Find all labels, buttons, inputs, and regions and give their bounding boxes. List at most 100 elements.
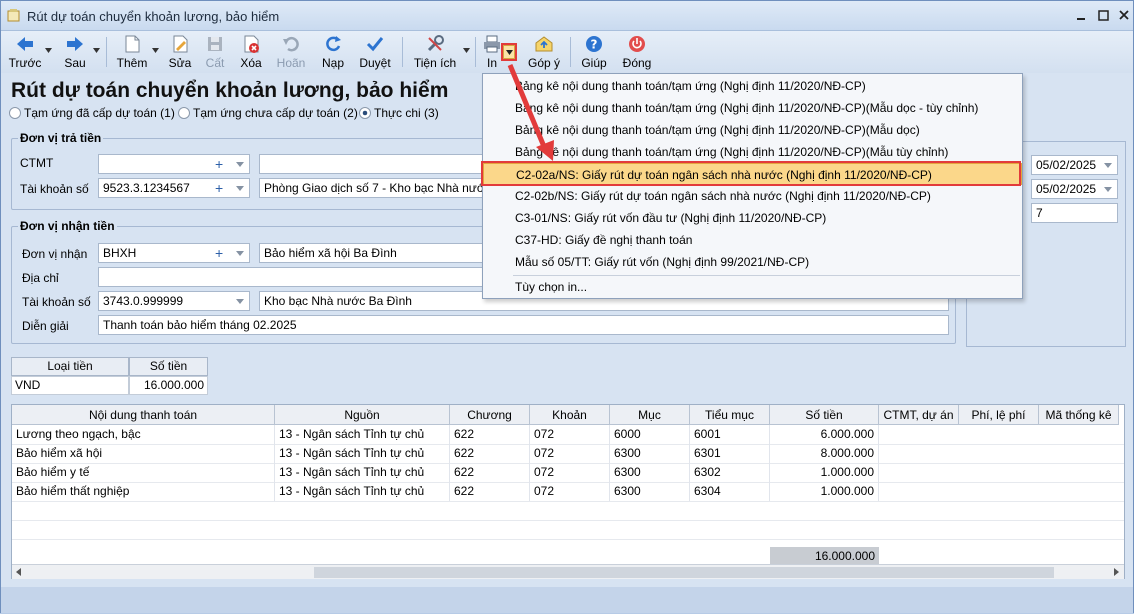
chevron-down-icon[interactable] <box>1104 187 1112 192</box>
chapter-cell[interactable]: 622 <box>450 444 530 463</box>
column-header[interactable]: Nội dung thanh toán <box>12 405 275 425</box>
payee-account-field[interactable]: 3743.0.999999 <box>98 291 250 311</box>
tools-button[interactable]: Tiện ích <box>411 33 459 71</box>
address-field[interactable] <box>98 267 484 287</box>
chevron-down-icon[interactable] <box>45 48 52 53</box>
radio-advance-allocated[interactable]: Tạm ứng đã cấp dự toán (1) <box>9 106 175 120</box>
description-field[interactable]: Thanh toán bảo hiểm tháng 02.2025 <box>98 315 949 335</box>
forward-button[interactable]: Sau <box>59 33 91 71</box>
menu-item-c3-01[interactable]: C3-01/NS: Giấy rút vốn đầu tư (Nghị định… <box>483 207 1022 229</box>
menu-item-c37-hd[interactable]: C37-HD: Giấy đề nghị thanh toán <box>483 229 1022 251</box>
reload-button[interactable]: Nạp <box>317 33 349 71</box>
item-cell[interactable]: 6300 <box>610 463 690 482</box>
voucher-date-field[interactable]: 05/02/2025 <box>1031 155 1118 175</box>
radio-advance-unallocated[interactable]: Tạm ứng chưa cấp dự toán (2) <box>178 106 358 120</box>
subitem-cell[interactable]: 6302 <box>690 463 770 482</box>
chevron-down-icon[interactable] <box>152 48 159 53</box>
chevron-down-icon[interactable] <box>93 48 100 53</box>
ctmt-name-field[interactable] <box>259 154 484 174</box>
save-button[interactable]: Cất <box>200 33 230 71</box>
section-cell[interactable]: 072 <box>530 482 610 501</box>
content-cell[interactable]: Lương theo ngạch, bậc <box>12 425 275 444</box>
chevron-down-icon[interactable] <box>236 186 244 191</box>
chapter-cell[interactable]: 622 <box>450 425 530 444</box>
chapter-cell[interactable]: 622 <box>450 463 530 482</box>
payee-unit-field[interactable]: BHXH + <box>98 243 250 263</box>
currency-cell[interactable]: VND <box>11 376 129 395</box>
scroll-right-icon[interactable] <box>1111 567 1121 577</box>
source-cell[interactable]: 13 - Ngân sách Tỉnh tự chủ <box>275 482 450 501</box>
column-header[interactable]: Chương <box>450 405 530 425</box>
payer-account-name-field[interactable]: Phòng Giao dịch số 7 - Kho bạc Nhà nước … <box>259 178 484 198</box>
voucher-number-field[interactable]: 7 <box>1031 203 1118 223</box>
source-cell[interactable]: 13 - Ngân sách Tỉnh tự chủ <box>275 425 450 444</box>
payer-account-field[interactable]: 9523.3.1234567 + <box>98 178 250 198</box>
back-button[interactable]: Trước <box>7 33 43 71</box>
menu-item-print-options[interactable]: Tùy chọn in... <box>483 276 1022 298</box>
minimize-icon[interactable] <box>1070 7 1092 25</box>
menu-item-c2-02b[interactable]: C2-02b/NS: Giấy rút dự toán ngân sách nh… <box>483 185 1022 207</box>
section-cell[interactable]: 072 <box>530 425 610 444</box>
subitem-cell[interactable]: 6301 <box>690 444 770 463</box>
undo-button[interactable]: Hoãn <box>273 33 309 71</box>
section-cell[interactable]: 072 <box>530 463 610 482</box>
chevron-down-icon[interactable] <box>236 299 244 304</box>
amount-cell[interactable]: 8.000.000 <box>770 444 879 463</box>
content-cell[interactable]: Bảo hiểm y tế <box>12 463 275 482</box>
column-header[interactable]: Khoản <box>530 405 610 425</box>
column-header[interactable]: Phí, lệ phí <box>959 405 1039 425</box>
chapter-cell[interactable]: 622 <box>450 482 530 501</box>
chevron-down-icon[interactable] <box>463 48 470 53</box>
amount-cell[interactable]: 6.000.000 <box>770 425 879 444</box>
column-header[interactable]: Số tiền <box>770 405 879 425</box>
subitem-cell[interactable]: 6304 <box>690 482 770 501</box>
menu-item-print-list-portrait-custom[interactable]: Bảng kê nội dung thanh toán/tạm ứng (Ngh… <box>483 97 1022 119</box>
column-header[interactable]: CTMT, dự án <box>879 405 959 425</box>
feedback-button[interactable]: Góp ý <box>525 33 563 71</box>
ctmt-field[interactable]: + <box>98 154 250 174</box>
source-cell[interactable]: 13 - Ngân sách Tỉnh tự chủ <box>275 463 450 482</box>
item-cell[interactable]: 6000 <box>610 425 690 444</box>
menu-item-print-list-custom[interactable]: Bảng kê nội dung thanh toán/tạm ứng (Ngh… <box>483 141 1022 163</box>
chevron-down-icon[interactable] <box>236 162 244 167</box>
column-header[interactable]: Loại tiền <box>11 357 129 376</box>
column-header[interactable]: Tiểu mục <box>690 405 770 425</box>
amount-cell[interactable]: 1.000.000 <box>770 482 879 501</box>
content-cell[interactable]: Bảo hiểm xã hội <box>12 444 275 463</box>
item-cell[interactable]: 6300 <box>610 444 690 463</box>
plus-icon[interactable]: + <box>215 244 223 262</box>
chevron-down-icon[interactable] <box>1104 163 1112 168</box>
posting-date-field[interactable]: 05/02/2025 <box>1031 179 1118 199</box>
plus-icon[interactable]: + <box>215 179 223 197</box>
column-header[interactable]: Mục <box>610 405 690 425</box>
close-window-icon[interactable] <box>1113 7 1134 25</box>
menu-item-print-list-portrait[interactable]: Bảng kê nội dung thanh toán/tạm ứng (Ngh… <box>483 119 1022 141</box>
scroll-left-icon[interactable] <box>14 567 24 577</box>
amount-cell[interactable]: 1.000.000 <box>770 463 879 482</box>
chevron-down-icon[interactable] <box>236 251 244 256</box>
menu-item-05-tt[interactable]: Mẫu số 05/TT: Giấy rút vốn (Nghị định 99… <box>483 251 1022 273</box>
radio-actual-expense[interactable]: Thực chi (3) <box>359 106 439 120</box>
close-button[interactable]: Đóng <box>619 33 655 71</box>
section-cell[interactable]: 072 <box>530 444 610 463</box>
plus-icon[interactable]: + <box>215 155 223 173</box>
horizontal-scrollbar[interactable] <box>12 564 1124 579</box>
item-cell[interactable]: 6300 <box>610 482 690 501</box>
column-header[interactable]: Nguồn <box>275 405 450 425</box>
column-header[interactable]: Số tiền <box>129 357 208 376</box>
column-header[interactable]: Mã thống kê <box>1039 405 1119 425</box>
delete-button[interactable]: Xóa <box>235 33 267 71</box>
edit-button[interactable]: Sửa <box>165 33 195 71</box>
source-cell[interactable]: 13 - Ngân sách Tỉnh tự chủ <box>275 444 450 463</box>
approve-button[interactable]: Duyệt <box>356 33 394 71</box>
print-button[interactable]: In <box>481 33 503 71</box>
amount-cell[interactable]: 16.000.000 <box>129 376 208 395</box>
content-cell[interactable]: Bảo hiểm thất nghiệp <box>12 482 275 501</box>
help-button[interactable]: ? Giúp <box>577 33 611 71</box>
payee-unit-name-field[interactable]: Bảo hiểm xã hội Ba Đình <box>259 243 484 263</box>
add-button[interactable]: Thêm <box>114 33 150 71</box>
subitem-cell[interactable]: 6001 <box>690 425 770 444</box>
menu-item-print-list[interactable]: Bảng kê nội dung thanh toán/tạm ứng (Ngh… <box>483 75 1022 97</box>
scroll-thumb[interactable] <box>314 567 1054 578</box>
maximize-icon[interactable] <box>1092 7 1114 25</box>
